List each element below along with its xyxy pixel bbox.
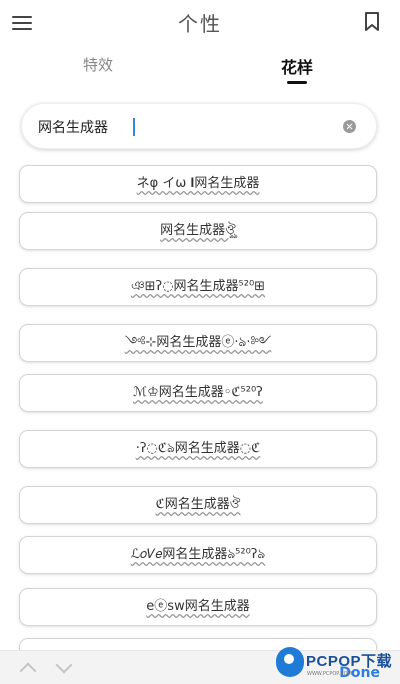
bookmark-icon[interactable] <box>364 12 380 32</box>
list-item-text: ༺⊹网名生成器ⓔ·ঌ·༻ <box>124 335 272 350</box>
watermark-subtext: WWW.PCPOP.COM <box>307 671 352 677</box>
list-item[interactable]: ℒ𝑜𝑉𝑒网名生成器ঌ⁵²⁰ʔঌ <box>19 536 377 574</box>
chevron-down-icon[interactable] <box>55 656 73 674</box>
list-item-text: ℳ♔网名生成器◦ℭ⁵²⁰ʔ <box>133 385 263 400</box>
tab-bar: 特效 花样 <box>0 54 400 90</box>
list-item-text: eⓔsw网名生成器 <box>146 599 250 614</box>
list-item-text: ·ʔ◌ℭঌ网名生成器◌ℭ <box>135 441 261 456</box>
watermark-text: PCPOP下载 <box>306 653 393 670</box>
text-cursor <box>133 118 135 136</box>
page-title: 个性 <box>178 12 222 36</box>
active-tab-indicator <box>287 81 307 84</box>
watermark-logo: PCPOP下载 WWW.PCPOP.COM <box>276 645 398 683</box>
list-item-text: 网名生成器ঔৣ <box>160 223 236 238</box>
list-item-text: ℒ𝑜𝑉𝑒网名生成器ঌ⁵²⁰ʔঌ <box>130 547 266 562</box>
list-item-text: ℭ网名生成器ঔ <box>155 497 241 512</box>
tab-effects[interactable]: 特效 <box>58 54 138 75</box>
list-item-text: ঞ⊞ʔ◌网名生成器⁵²⁰⊞ <box>130 279 266 294</box>
search-box <box>21 103 377 149</box>
logo-icon <box>276 647 304 677</box>
list-item[interactable]: ·ʔ◌ℭঌ网名生成器◌ℭ <box>19 430 377 468</box>
list-item[interactable]: ঞ⊞ʔ◌网名生成器⁵²⁰⊞ <box>19 268 377 306</box>
list-item[interactable]: ༺⊹网名生成器ⓔ·ঌ·༻ <box>19 324 377 362</box>
name-input[interactable] <box>38 116 328 138</box>
app-header: 个性 <box>0 0 400 46</box>
list-item[interactable]: ℭ网名生成器ঔ <box>19 486 377 524</box>
clear-icon[interactable] <box>343 120 356 133</box>
list-item[interactable]: eⓔsw网名生成器 <box>19 588 377 626</box>
list-item[interactable]: ネφ イω 𝐈网名生成器 <box>19 165 377 203</box>
chevron-up-icon[interactable] <box>19 662 37 680</box>
list-item[interactable]: 网名生成器ঔৣ <box>19 212 377 250</box>
list-item-text: ネφ イω 𝐈网名生成器 <box>136 176 260 191</box>
list-item[interactable]: ℳ♔网名生成器◦ℭ⁵²⁰ʔ <box>19 374 377 412</box>
tab-patterns[interactable]: 花样 <box>257 54 337 78</box>
